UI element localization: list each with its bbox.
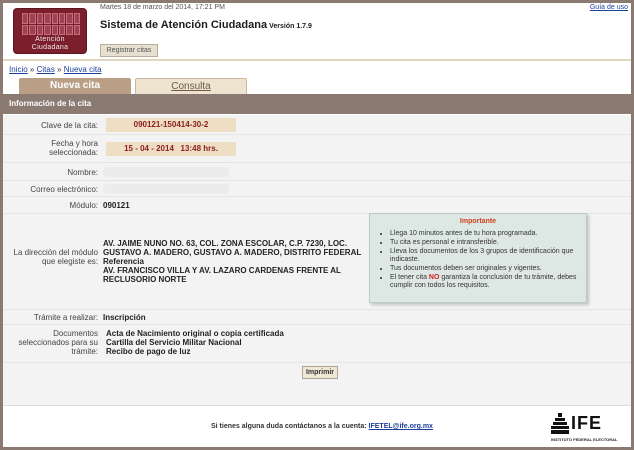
tramite-row: Trámite a realizar: Inscripción — [3, 310, 631, 325]
tramite-label: Trámite a realizar: — [33, 313, 98, 322]
direccion-value: AV. JAIME NUNO NO. 63, COL. ZONA ESCOLAR… — [103, 239, 362, 284]
register-appointments-button[interactable]: Registrar citas — [100, 44, 158, 57]
app-version: Versión 1.7.9 — [269, 23, 312, 30]
ife-emblem-icon — [551, 413, 569, 434]
tramite-value: Inscripción — [103, 313, 146, 322]
documento-item: Recibo de pago de luz — [106, 347, 191, 356]
breadcrumb-citas-link[interactable]: Citas — [37, 65, 55, 74]
contact-email-link[interactable]: IFETEL@ife.org.mx — [369, 423, 433, 430]
current-date: Martes 18 de marzo del 2014, 17:21 PM — [100, 4, 225, 11]
important-item: Tus documentos deben ser originales y vi… — [390, 265, 578, 273]
important-item: Lleva los documentos de los 3 grupos de … — [390, 248, 578, 264]
tab-nueva-cita[interactable]: Nueva cita — [19, 78, 131, 94]
header-divider — [3, 59, 631, 61]
clave-value: 090121-150414-30-2 — [106, 118, 236, 132]
ife-logo-subtitle: INSTITUTO FEDERAL ELECTORAL — [551, 437, 618, 442]
footer-divider — [3, 405, 631, 406]
breadcrumb-nueva-cita-link[interactable]: Nueva cita — [64, 65, 102, 74]
fecha-label: Fecha y hora seleccionada: — [49, 139, 98, 157]
nombre-label: Nombre: — [67, 168, 98, 177]
correo-row: Correo electrónico: — [3, 181, 631, 197]
correo-label: Correo electrónico: — [30, 185, 98, 194]
logo-building-icon — [22, 13, 80, 35]
modulo-label: Módulo: — [69, 201, 98, 210]
section-title: Información de la cita — [3, 94, 631, 114]
nombre-value-redacted — [103, 167, 229, 177]
fecha-row: Fecha y hora seleccionada: 15 - 04 - 201… — [3, 135, 631, 163]
ife-logo-text: IFE — [571, 413, 603, 433]
tab-consulta[interactable]: Consulta — [135, 78, 247, 94]
documentos-row: Documentos seleccionados para su trámite… — [3, 325, 631, 363]
documento-item: Cartilla del Servicio Militar Nacional — [106, 338, 242, 347]
correo-value-redacted — [103, 184, 229, 194]
page-frame: Martes 18 de marzo del 2014, 17:21 PM Gu… — [3, 3, 631, 447]
direccion-label: La dirección del módulo que elegiste es: — [13, 248, 99, 266]
documentos-label: Documentos seleccionados para su trámite… — [18, 329, 98, 356]
nombre-row: Nombre: — [3, 163, 631, 181]
ife-logo: IFE INSTITUTO FEDERAL ELECTORAL — [551, 411, 625, 443]
breadcrumb: Inicio » Citas » Nueva cita — [9, 65, 102, 74]
print-button[interactable]: Imprimir — [302, 366, 338, 379]
help-link[interactable]: Guía de uso — [590, 4, 628, 11]
important-list: Llega 10 minutos antes de tu hora progra… — [370, 230, 586, 290]
clave-label: Clave de la cita: — [41, 121, 98, 130]
footer-contact: Si tienes alguna duda contáctanos a la c… — [211, 423, 433, 430]
important-item: Tu cita es personal e intransferible. — [390, 239, 578, 247]
app-logo: Atención Ciudadana — [13, 8, 87, 54]
documento-item: Acta de Nacimiento original o copia cert… — [106, 329, 284, 338]
logo-text: Atención Ciudadana — [31, 36, 69, 51]
modulo-row: Módulo: 090121 — [3, 197, 631, 214]
important-item: Llega 10 minutos antes de tu hora progra… — [390, 230, 578, 238]
app-title: Sistema de Atención Ciudadana Versión 1.7… — [100, 19, 312, 31]
clave-row: Clave de la cita: 090121-150414-30-2 — [3, 115, 631, 135]
breadcrumb-home-link[interactable]: Inicio — [9, 65, 28, 74]
fecha-value: 15 - 04 - 2014 13:48 hrs. — [106, 142, 236, 156]
important-item: El tener cita NO garantiza la conclusión… — [390, 274, 578, 290]
important-title: Importante — [459, 218, 497, 225]
modulo-value: 090121 — [103, 201, 130, 210]
important-notice: Importante Llega 10 minutos antes de tu … — [369, 213, 587, 303]
documentos-list: Acta de Nacimiento original o copia cert… — [106, 329, 284, 356]
